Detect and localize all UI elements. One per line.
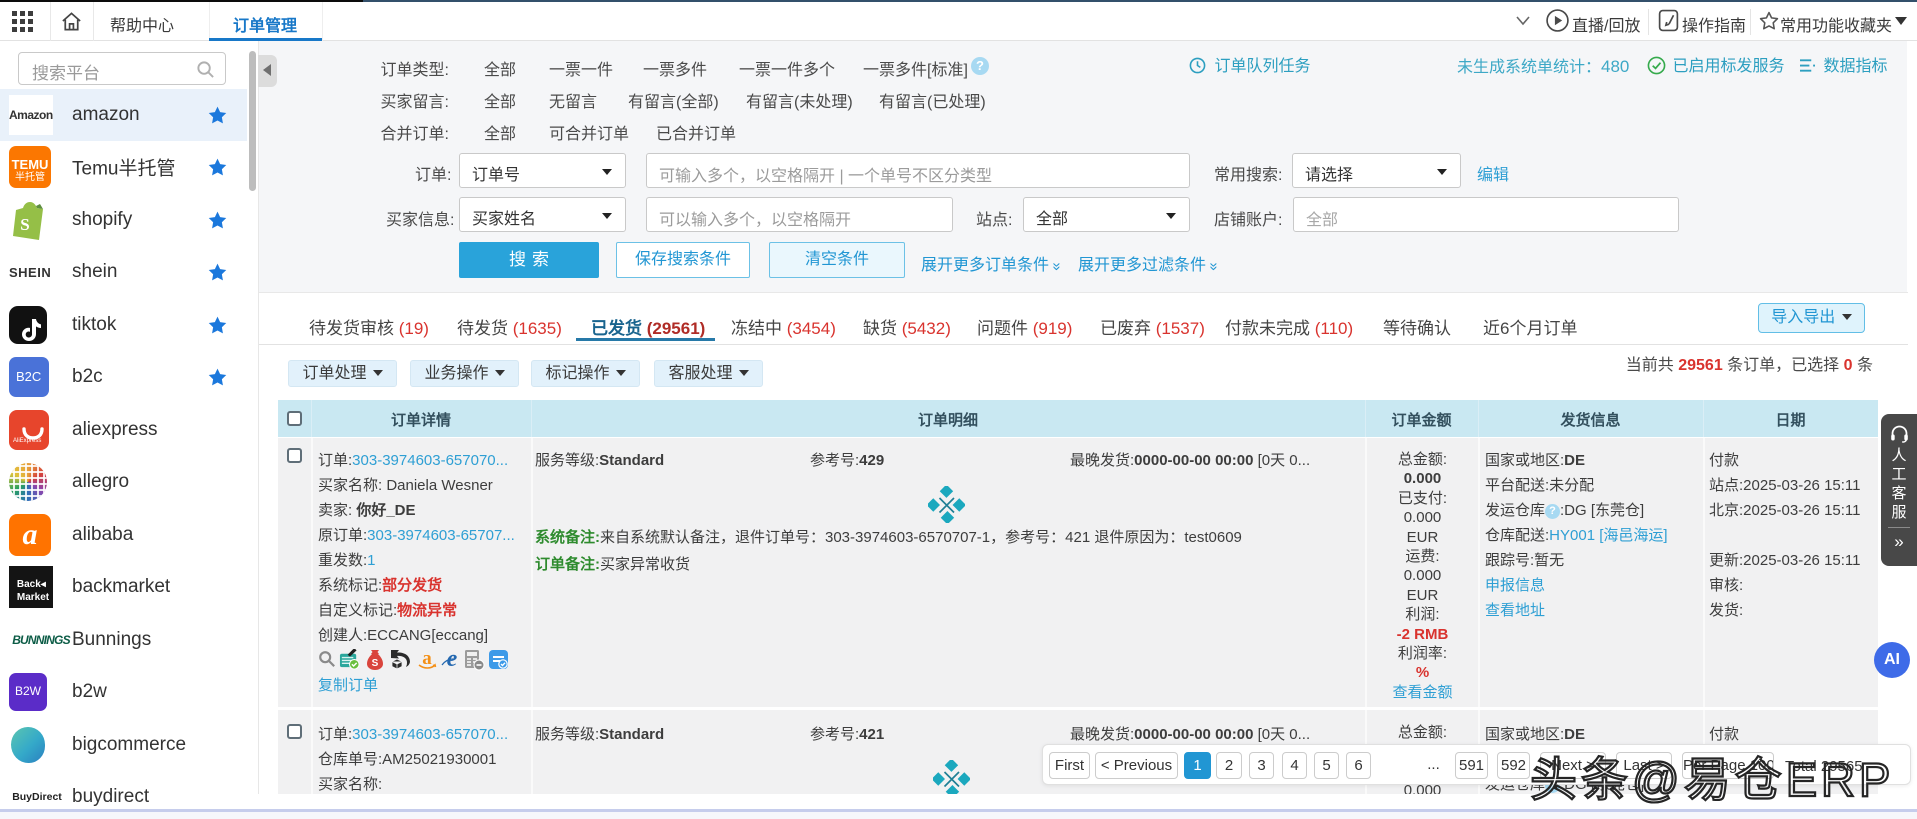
svg-text:S: S: [20, 215, 29, 234]
svg-text:S: S: [372, 658, 379, 669]
svg-text:a: a: [422, 649, 432, 669]
